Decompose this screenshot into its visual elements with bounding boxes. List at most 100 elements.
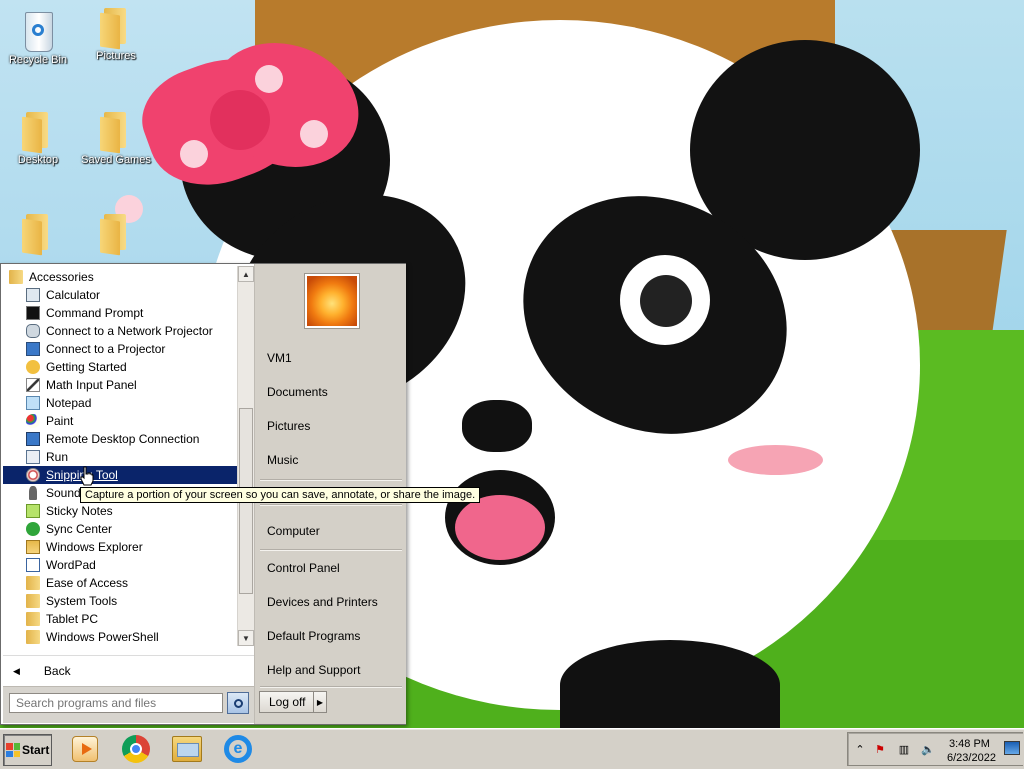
right-pane-documents[interactable]: Documents	[267, 385, 328, 399]
clock-date[interactable]: 6/23/2022	[947, 752, 996, 764]
network-icon[interactable]: ▥	[896, 741, 912, 757]
program-label: Ease of Access	[46, 576, 129, 590]
program-folder-system-tools[interactable]: System Tools	[3, 592, 239, 610]
taskbar-windows-explorer[interactable]	[170, 732, 204, 766]
program-snipping-tool[interactable]: Snipping Tool	[3, 466, 239, 484]
show-hidden-icons-button[interactable]: ⌃	[852, 741, 868, 757]
search-bar	[3, 686, 254, 723]
program-label: Math Input Panel	[46, 378, 137, 392]
back-button[interactable]: ◀ Back	[3, 655, 254, 686]
right-pane-pictures[interactable]: Pictures	[267, 419, 310, 433]
right-pane-music[interactable]: Music	[267, 453, 298, 467]
program-label: Command Prompt	[46, 306, 144, 320]
sticky-notes-icon	[26, 504, 40, 518]
program-label: Getting Started	[46, 360, 127, 374]
right-pane-computer[interactable]: Computer	[267, 524, 320, 538]
desktop-icon-label: Saved Games	[81, 154, 151, 166]
windows-explorer-icon	[172, 736, 202, 762]
back-arrow-icon: ◀	[13, 665, 20, 676]
desktop-icon-folder[interactable]	[2, 214, 74, 256]
hand-cursor-icon	[80, 466, 94, 486]
program-windows-explorer[interactable]: Windows Explorer	[3, 538, 239, 556]
folder-icon	[26, 612, 40, 626]
show-desktop-button[interactable]	[1004, 741, 1020, 755]
folder-icon	[22, 112, 54, 154]
program-label: Remote Desktop Connection	[46, 432, 200, 446]
windows-explorer-icon	[26, 540, 40, 554]
search-button[interactable]	[227, 692, 249, 714]
right-pane-default-programs[interactable]: Default Programs	[267, 629, 360, 643]
folder-icon	[100, 112, 132, 154]
program-run[interactable]: Run	[3, 448, 239, 466]
notification-area: ⌃ ⚑ ▥ 🔈 3:48 PM 6/23/2022	[847, 732, 1023, 766]
start-label: Start	[22, 743, 50, 757]
scroll-up-button[interactable]: ▲	[238, 266, 254, 282]
taskbar: Start e ⌃ ⚑ ▥ 🔈 3:48 PM 6/23/2022	[0, 728, 1024, 769]
shutdown-options-button[interactable]: ▶	[313, 691, 327, 713]
right-pane-help-support[interactable]: Help and Support	[267, 663, 360, 677]
program-command-prompt[interactable]: Command Prompt	[3, 304, 239, 322]
run-icon	[26, 450, 40, 464]
program-label: Sticky Notes	[46, 504, 113, 518]
program-label: WordPad	[46, 558, 96, 572]
windows-logo-icon	[6, 743, 20, 757]
program-notepad[interactable]: Notepad	[3, 394, 239, 412]
program-connect-projector[interactable]: Connect to a Projector	[3, 340, 239, 358]
math-input-icon	[26, 378, 40, 392]
chevron-up-icon: ▲	[242, 269, 250, 279]
desktop-icon-desktop[interactable]: Desktop	[2, 112, 74, 166]
scroll-down-button[interactable]: ▼	[238, 630, 254, 646]
search-input[interactable]	[9, 693, 223, 713]
chrome-icon	[122, 735, 150, 763]
programs-scrollbar[interactable]: ▲ ▼	[237, 266, 254, 646]
program-math-input-panel[interactable]: Math Input Panel	[3, 376, 239, 394]
program-sticky-notes[interactable]: Sticky Notes	[3, 502, 239, 520]
desktop-icon-recycle-bin[interactable]: Recycle Bin	[2, 8, 74, 66]
menu-separator	[260, 479, 402, 481]
menu-separator	[260, 686, 402, 688]
tooltip: Capture a portion of your screen so you …	[80, 487, 481, 503]
action-center-icon[interactable]: ⚑	[872, 741, 888, 757]
log-off-button[interactable]: Log off	[259, 691, 317, 713]
program-wordpad[interactable]: WordPad	[3, 556, 239, 574]
desktop-icon-label: Desktop	[17, 154, 59, 166]
program-folder-windows-powershell[interactable]: Windows PowerShell	[3, 628, 239, 646]
volume-icon[interactable]: 🔈	[920, 741, 936, 757]
desktop-icon-pictures[interactable]: Pictures	[80, 8, 152, 62]
user-picture[interactable]	[305, 274, 359, 328]
program-remote-desktop[interactable]: Remote Desktop Connection	[3, 430, 239, 448]
program-label: Connect to a Network Projector	[46, 324, 213, 338]
clock-time[interactable]: 3:48 PM	[949, 738, 990, 750]
chevron-down-icon: ▼	[242, 633, 250, 643]
program-calculator[interactable]: Calculator	[3, 286, 239, 304]
program-label: Tablet PC	[46, 612, 99, 626]
taskbar-chrome[interactable]	[119, 732, 153, 766]
start-button[interactable]: Start	[3, 734, 52, 766]
program-folder-ease-of-access[interactable]: Ease of Access	[3, 574, 239, 592]
desktop-icon-folder[interactable]	[80, 214, 152, 256]
right-pane-user[interactable]: VM1	[267, 351, 292, 365]
program-label: Connect to a Projector	[46, 342, 166, 356]
folder-icon	[26, 594, 40, 608]
right-pane-control-panel[interactable]: Control Panel	[267, 561, 340, 575]
remote-desktop-icon	[26, 432, 40, 446]
program-getting-started[interactable]: Getting Started	[3, 358, 239, 376]
program-label: Calculator	[46, 288, 101, 302]
folder-icon	[100, 8, 132, 50]
folder-icon	[100, 214, 132, 256]
program-folder-accessories[interactable]: Accessories	[3, 268, 239, 286]
taskbar-internet-explorer[interactable]: e	[221, 732, 255, 766]
program-label: Run	[46, 450, 69, 464]
program-sync-center[interactable]: Sync Center	[3, 520, 239, 538]
desktop-icon-saved-games[interactable]: Saved Games	[80, 112, 152, 166]
program-paint[interactable]: Paint	[3, 412, 239, 430]
folder-icon	[22, 214, 54, 256]
network-projector-icon	[26, 324, 40, 338]
program-connect-network-projector[interactable]: Connect to a Network Projector	[3, 322, 239, 340]
program-label: Accessories	[29, 270, 94, 284]
taskbar-media-player[interactable]	[68, 732, 102, 766]
desktop-icon-label: Recycle Bin	[8, 54, 68, 66]
program-label: System Tools	[46, 594, 118, 608]
program-folder-tablet-pc[interactable]: Tablet PC	[3, 610, 239, 628]
right-pane-devices-printers[interactable]: Devices and Printers	[267, 595, 378, 609]
